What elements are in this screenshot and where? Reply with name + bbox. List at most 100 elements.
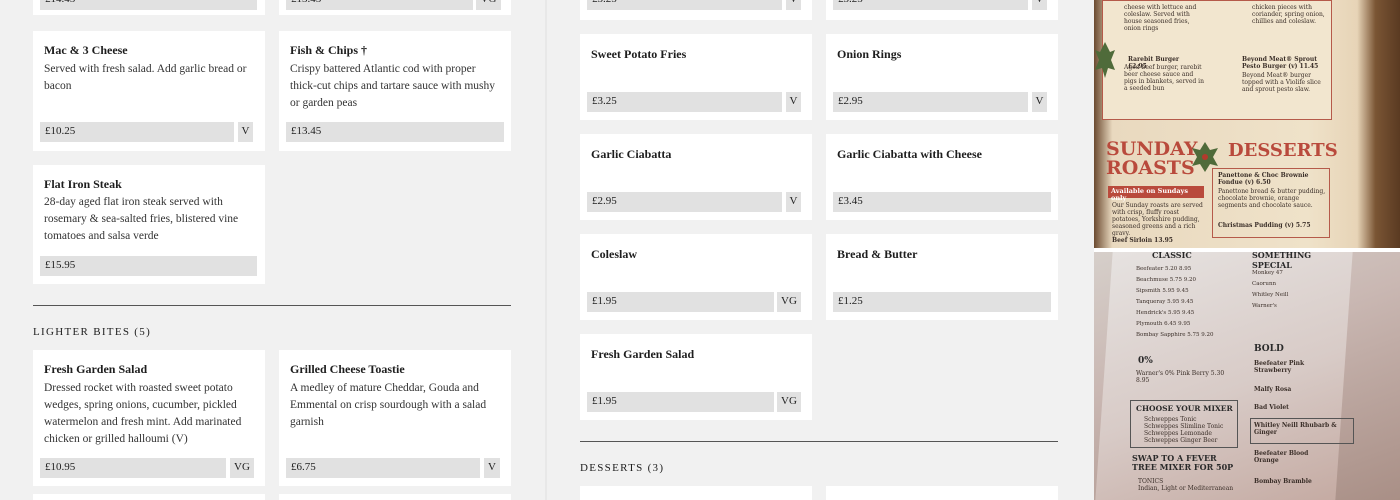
photo-text: Our Sunday roasts are served with crisp,… [1112,202,1203,237]
photo-text: cheese with lettuce and coleslaw. Served… [1124,4,1197,32]
price-chip: £3.25 [587,0,782,10]
menu-item-card[interactable]: Flat Iron Steak 28-day aged flat iron st… [33,165,265,284]
diet-tag: VG [777,292,801,312]
menu-item-card[interactable]: £14.45 [33,0,265,15]
photo-beef: Beef Sirloin 13.95 [1112,237,1173,244]
photo-swap: SWAP TO A FEVER TREE MIXER FOR 50P [1132,453,1234,472]
photo-text: TONICS Indian, Light or Mediterranean [1138,478,1234,492]
diet-tag: VG [476,0,501,10]
menu-column-sides: £3.25 V £3.25 V Sweet Potato Fries £3.25… [547,0,1092,500]
photo-text: chicken pieces with coriander, spring on… [1252,4,1325,25]
menu-item-card[interactable]: Sweet Potato Fries £3.25 V [580,34,812,120]
photo-classic: CLASSIC [1152,252,1192,260]
photo-available: Available on Sundays only [1108,186,1204,202]
menu-item-card[interactable] [580,486,812,500]
photo-panettone: Panettone & Choc Brownie Fondue (v) 6.50 [1218,172,1309,186]
diet-tag: V [786,192,801,212]
item-name: Flat Iron Steak [44,177,122,191]
item-description: Served with fresh salad. Add garlic brea… [44,63,247,92]
menu-item-card[interactable]: £13.45 VG [279,0,511,15]
item-name: Sweet Potato Fries [591,47,687,61]
photo-text: Monkey 47 Caorunn Whitley Neill Warner's [1252,270,1289,309]
photo-text: Warner's 0% Pink Berry 5.30 8.95 [1136,370,1225,384]
menu-item-card[interactable] [33,494,265,500]
price-chip: £3.25 [833,0,1028,10]
photo-desserts-heading: DESSERTS [1228,140,1338,161]
photo-christmas: Christmas Pudding (v) 5.75 [1218,222,1311,229]
photo-beyond: Beyond Meat® Sprout Pesto Burger (v) 11.… [1242,56,1319,70]
diet-tag: V [484,458,500,478]
menu-item-card[interactable]: Mac & 3 Cheese Served with fresh salad. … [33,31,265,151]
holly-icon [1095,42,1115,78]
item-name: Onion Rings [837,47,902,61]
price-chip: £10.25 [40,122,234,142]
menu-photo-sunday-roasts[interactable]: cheese with lettuce and coleslaw. Served… [1094,0,1400,248]
photo-malfy: Malfy Rosa [1254,386,1292,393]
photo-text: Aged beef burger, rarebit beer cheese sa… [1124,64,1204,92]
item-name: Fresh Garden Salad [44,362,148,376]
photo-beefeater-blood: Beefeater Blood Orange [1254,450,1309,464]
item-name: Coleslaw [591,247,637,261]
item-name: Grilled Cheese Toastie [290,362,405,376]
price-chip: £15.95 [40,256,257,276]
section-title-desserts: DESSERTS (3) [580,462,665,474]
photo-text: Beefeater 5.20 8.95 Beachmuse 5.75 9.20 Si… [1136,266,1214,338]
diet-tag: VG [230,458,254,478]
item-description: A medley of mature Cheddar, Gouda and Em… [290,382,487,428]
price-chip: £3.25 [587,92,782,112]
photo-text: Beyond Meat® burger topped with a Violif… [1242,72,1321,93]
menu-item-card[interactable]: Fresh Garden Salad £1.95 VG [580,334,812,420]
item-name: Garlic Ciabatta with Cheese [837,147,982,161]
menu-item-card[interactable] [279,494,511,500]
menu-item-card[interactable]: Garlic Ciabatta with Cheese £3.45 [826,134,1058,220]
photo-text: 0% [1138,356,1153,366]
item-name: Mac & 3 Cheese [44,43,128,57]
menu-item-card[interactable]: Fresh Garden Salad Dressed rocket with r… [33,350,265,486]
item-name: Garlic Ciabatta [591,147,672,161]
diet-tag: V [786,92,801,112]
photo-mixer: CHOOSE YOUR MIXER [1136,404,1233,413]
price-chip: £1.95 [587,292,774,312]
item-description: Crispy battered Atlantic cod with proper… [290,63,496,109]
price-chip: £10.95 [40,458,226,478]
menu-item-card[interactable]: Garlic Ciabatta £2.95 V [580,134,812,220]
price-chip: £2.95 [587,192,782,212]
photo-whitley: Whitley Neill Rhubarb & Ginger [1254,422,1337,436]
menu-item-card[interactable]: Grilled Cheese Toastie A medley of matur… [279,350,511,486]
menu-item-card[interactable]: £3.25 V [826,0,1058,20]
item-name: Fresh Garden Salad [591,347,695,361]
price-chip: £2.95 [833,92,1028,112]
item-name: Fish & Chips † [290,43,368,57]
photo-bombay: Bombay Bramble [1254,478,1312,485]
diet-tag: V [786,0,801,10]
price-chip: £13.45 [286,0,473,10]
menu-item-card[interactable]: Onion Rings £2.95 V [826,34,1058,120]
diet-tag: V [1032,92,1047,112]
photo-text: Schweppes Tonic Schweppes Slimline Tonic S… [1144,416,1224,444]
menu-item-card[interactable]: Fish & Chips † Crispy battered Atlantic … [279,31,511,151]
price-chip: £1.25 [833,292,1051,312]
item-description: 28-day aged flat iron steak served with … [44,196,239,242]
menu-item-card[interactable]: Coleslaw £1.95 VG [580,234,812,320]
menu-photo-gallery: cheese with lettuce and coleslaw. Served… [1094,0,1400,500]
section-divider [33,305,511,306]
menu-column-mains: £14.45 £13.45 VG Mac & 3 Cheese Served w… [0,0,545,500]
diet-tag: V [1032,0,1047,10]
photo-sunday-heading: SUNDAY ROASTS [1106,138,1198,179]
price-chip: £13.45 [286,122,504,142]
menu-item-card[interactable] [826,486,1058,500]
photo-text: Panettone bread & butter pudding, chocol… [1218,188,1326,209]
menu-item-card[interactable]: £3.25 V [580,0,812,20]
price-chip: £1.95 [587,392,774,412]
section-divider [580,441,1058,442]
photo-bad-violet: Bad Violet [1254,404,1289,411]
menu-item-card[interactable]: Bread & Butter £1.25 [826,234,1058,320]
price-chip: £14.45 [40,0,257,10]
price-chip: £3.45 [833,192,1051,212]
diet-tag: VG [777,392,801,412]
section-title-lighter-bites: LIGHTER BITES (5) [33,326,152,338]
photo-bold: BOLD [1254,344,1284,354]
menu-photo-gin-list[interactable]: CLASSIC SOMETHING SPECIAL Beefeater 5.20… [1094,252,1400,500]
diet-tag: V [238,122,253,142]
item-name: Bread & Butter [837,247,918,261]
